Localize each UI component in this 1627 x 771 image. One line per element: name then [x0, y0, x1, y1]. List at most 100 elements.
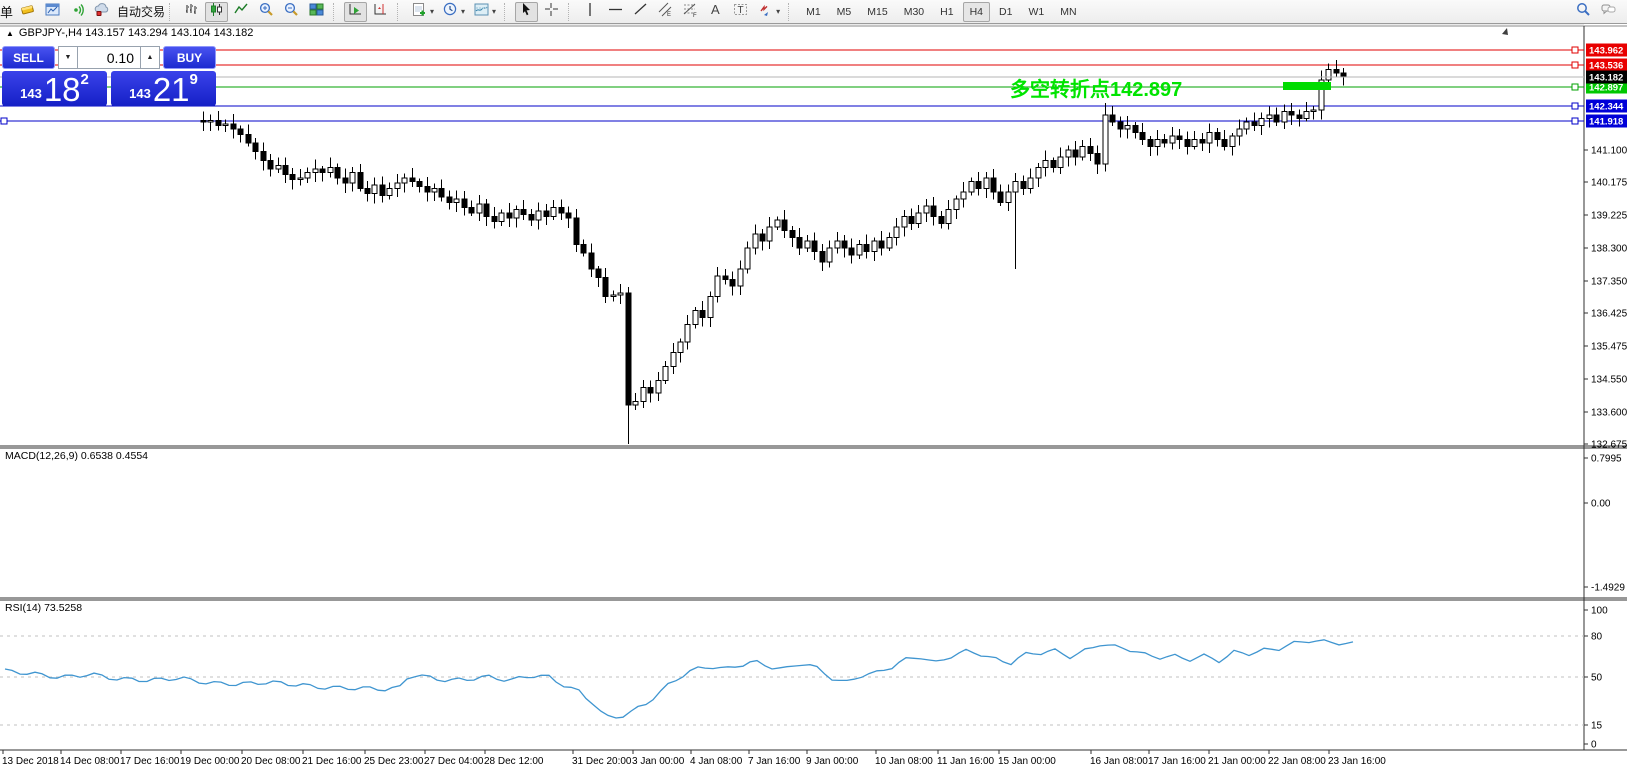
- charts-icon: [44, 1, 61, 23]
- bar-chart-button[interactable]: [180, 2, 203, 22]
- text-button[interactable]: A: [704, 2, 727, 22]
- chat-button[interactable]: [1597, 2, 1620, 22]
- line-handle: [1572, 103, 1578, 109]
- autotrading-label[interactable]: 自动交易: [117, 3, 165, 20]
- zoom-out-button[interactable]: [280, 2, 303, 22]
- text-label-button[interactable]: T: [729, 2, 752, 22]
- line-handle: [1572, 84, 1578, 90]
- price-tick-label: 137.350: [1591, 277, 1627, 288]
- signals-icon: [69, 1, 86, 23]
- arrows-button[interactable]: ▾: [754, 2, 783, 22]
- zoom-in-icon: [258, 1, 275, 23]
- time-label: 20 Dec 08:00: [241, 756, 301, 767]
- scroll-marker-icon[interactable]: [1502, 28, 1508, 35]
- current-price-tag: 143.182: [1589, 73, 1623, 84]
- menu-text-fragment[interactable]: 单: [0, 2, 13, 21]
- rsi-tick-label: 50: [1591, 673, 1603, 684]
- timeframe-MN-button[interactable]: MN: [1053, 2, 1083, 22]
- channel-button[interactable]: E: [654, 2, 677, 22]
- crosshair-button[interactable]: [540, 2, 563, 22]
- buy-button[interactable]: BUY: [163, 46, 216, 69]
- time-label: 16 Jan 08:00: [1090, 756, 1148, 767]
- chart-canvas[interactable]: 141.100140.175139.225138.300137.350136.4…: [0, 24, 1627, 771]
- time-label: 27 Dec 04:00: [424, 756, 484, 767]
- macd-tick-label: 0.00: [1591, 499, 1611, 510]
- buy-quote[interactable]: 143 21 9: [111, 71, 216, 106]
- templates-button[interactable]: ▾: [470, 2, 499, 22]
- channel-icon: E: [657, 1, 674, 23]
- timeframe-D1-button[interactable]: D1: [992, 2, 1019, 22]
- time-label: 10 Jan 08:00: [875, 756, 933, 767]
- dropdown-caret-icon[interactable]: ▾: [461, 7, 465, 16]
- vertical-line-button[interactable]: [579, 2, 602, 22]
- auto-scroll-button[interactable]: [344, 2, 367, 22]
- timeframe-M5-button[interactable]: M5: [830, 2, 859, 22]
- time-label: 9 Jan 00:00: [806, 756, 859, 767]
- charts-button[interactable]: [41, 2, 64, 22]
- search-button[interactable]: [1572, 2, 1595, 22]
- time-label: 25 Dec 23:00: [364, 756, 424, 767]
- time-label: 14 Dec 08:00: [60, 756, 120, 767]
- price-tag-label: 143.536: [1589, 61, 1623, 72]
- periods-button[interactable]: ▾: [439, 2, 468, 22]
- timeframe-M15-button[interactable]: M15: [860, 2, 894, 22]
- price-tag-label: 142.897: [1589, 83, 1623, 94]
- search-icon: [1575, 1, 1592, 23]
- collapse-triangle-icon[interactable]: ▲: [6, 29, 14, 38]
- svg-text:T: T: [738, 5, 744, 16]
- time-axis[interactable]: 13 Dec 201814 Dec 08:0017 Dec 16:0019 De…: [2, 750, 1386, 767]
- line-handle: [1572, 118, 1578, 124]
- volume-increase-button[interactable]: ▲: [140, 46, 160, 69]
- crosshair-icon: [543, 1, 560, 23]
- timeframe-W1-button[interactable]: W1: [1021, 2, 1051, 22]
- line-handle: [1572, 47, 1578, 53]
- fibonacci-icon: F: [682, 1, 699, 23]
- turning-point-annotation[interactable]: 多空转折点142.897: [1010, 73, 1182, 102]
- dropdown-caret-icon[interactable]: ▾: [776, 7, 780, 16]
- chat-icon: [1600, 1, 1617, 23]
- dropdown-caret-icon[interactable]: ▾: [430, 7, 434, 16]
- price-tick-label: 141.100: [1591, 146, 1627, 157]
- text-label-icon: T: [732, 1, 749, 23]
- new-chart-button[interactable]: ▾: [408, 2, 437, 22]
- time-label: 4 Jan 08:00: [690, 756, 743, 767]
- fibonacci-button[interactable]: F: [679, 2, 702, 22]
- vertical-line-icon: [582, 1, 599, 23]
- svg-text:F: F: [693, 13, 697, 18]
- zoom-in-button[interactable]: [255, 2, 278, 22]
- autotrading-button[interactable]: [91, 2, 114, 22]
- candlestick-button[interactable]: [205, 2, 228, 22]
- timeframe-M1-button[interactable]: M1: [799, 2, 828, 22]
- symbol-title-text: GBPJPY-,H4 143.157 143.294 143.104 143.1…: [19, 27, 253, 39]
- timeframe-H1-button[interactable]: H1: [933, 2, 960, 22]
- time-label: 22 Jan 08:00: [1268, 756, 1326, 767]
- toolbar-separator: [504, 3, 511, 21]
- sell-button[interactable]: SELL: [2, 46, 55, 69]
- main-toolbar: 单 自动交易 ▾ ▾ ▾ E F AT ▾ M1M5M15M30H1H4D1W1MN: [0, 0, 1627, 24]
- price-tick-label: 136.425: [1591, 309, 1627, 320]
- time-label: 7 Jan 16:00: [748, 756, 801, 767]
- line-chart-button[interactable]: [230, 2, 253, 22]
- toolbar-separator: [333, 3, 340, 21]
- rsi-tick-label: 100: [1591, 606, 1608, 617]
- svg-text:E: E: [667, 12, 671, 18]
- trendline-button[interactable]: [629, 2, 652, 22]
- time-label: 31 Dec 20:00: [572, 756, 632, 767]
- chart-shift-button[interactable]: [369, 2, 392, 22]
- volume-field[interactable]: 0.10: [78, 46, 140, 69]
- signals-button[interactable]: [66, 2, 89, 22]
- trade-level-bar[interactable]: [1283, 82, 1331, 90]
- dropdown-caret-icon[interactable]: ▾: [492, 7, 496, 16]
- horizontal-line-button[interactable]: [604, 2, 627, 22]
- macd-pane: 0.79950.00-1.4929: [0, 24, 1625, 594]
- horizontal-lines[interactable]: [0, 47, 1584, 124]
- volume-decrease-button[interactable]: ▼: [58, 46, 78, 69]
- cursor-button[interactable]: [515, 2, 538, 22]
- timeframe-H4-button[interactable]: H4: [963, 2, 990, 22]
- new-order-button[interactable]: [16, 2, 39, 22]
- sell-quote[interactable]: 143 18 2: [2, 71, 107, 106]
- tile-windows-button[interactable]: [305, 2, 328, 22]
- candlestick-series: [201, 60, 1346, 444]
- sell-price-base: 143: [20, 86, 42, 101]
- timeframe-M30-button[interactable]: M30: [897, 2, 931, 22]
